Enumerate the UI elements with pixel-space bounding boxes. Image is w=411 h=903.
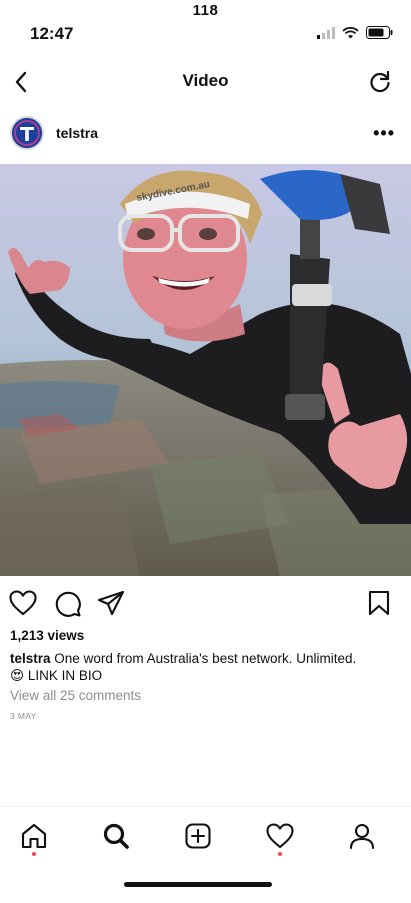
cellular-signal-icon: [317, 26, 335, 39]
tab-create[interactable]: [181, 819, 215, 853]
comment-button[interactable]: [52, 588, 82, 618]
like-button[interactable]: [8, 588, 38, 618]
top-counter: 118: [192, 2, 219, 19]
heart-icon: [9, 590, 37, 616]
post-header: telstra •••: [0, 112, 411, 158]
comment-icon: [55, 591, 81, 617]
video-thumbnail-image: [0, 164, 411, 576]
more-options-button[interactable]: •••: [373, 124, 395, 142]
tab-activity[interactable]: [263, 819, 297, 853]
status-bar: 12:47: [0, 20, 411, 48]
telstra-logo-icon: [12, 118, 42, 148]
caption-username[interactable]: telstra: [10, 651, 51, 666]
activity-notification-dot: [278, 852, 282, 856]
page-title: Video: [182, 71, 229, 90]
post-date: 3 MAY: [10, 711, 37, 721]
view-comments-link[interactable]: View all 25 comments: [10, 688, 141, 703]
bookmark-icon: [368, 590, 390, 616]
refresh-button[interactable]: [367, 69, 393, 95]
caption-link-line: 😍 LINK IN BIO: [10, 668, 103, 683]
status-time: 12:47: [30, 24, 74, 43]
chevron-left-icon: [15, 71, 27, 93]
home-notification-dot: [32, 852, 36, 856]
post-actions: [0, 588, 411, 620]
battery-icon: [366, 26, 393, 39]
wifi-icon: [342, 26, 359, 38]
home-icon: [21, 823, 47, 849]
save-button[interactable]: [364, 588, 394, 618]
tab-home[interactable]: [17, 819, 51, 853]
heart-icon: [266, 823, 294, 849]
back-button[interactable]: [10, 68, 32, 96]
status-icons: [317, 26, 393, 39]
nav-bar: Video: [0, 62, 411, 102]
profile-icon: [349, 823, 375, 850]
bottom-tab-bar: [0, 806, 411, 866]
home-indicator[interactable]: [124, 882, 272, 887]
refresh-icon: [370, 70, 390, 93]
tab-profile[interactable]: [345, 819, 379, 853]
caption-text: One word from Australia's best network. …: [54, 651, 357, 666]
post-username[interactable]: telstra: [56, 125, 98, 141]
search-icon: [103, 823, 129, 849]
add-post-icon: [185, 823, 211, 849]
share-button[interactable]: [96, 588, 126, 618]
avatar[interactable]: [10, 116, 44, 150]
view-count: 1,213 views: [10, 628, 85, 643]
send-icon: [97, 590, 125, 616]
tab-search[interactable]: [99, 819, 133, 853]
video-player[interactable]: skydive.com.au: [0, 164, 411, 576]
post-caption: telstra One word from Australia's best n…: [10, 650, 400, 684]
